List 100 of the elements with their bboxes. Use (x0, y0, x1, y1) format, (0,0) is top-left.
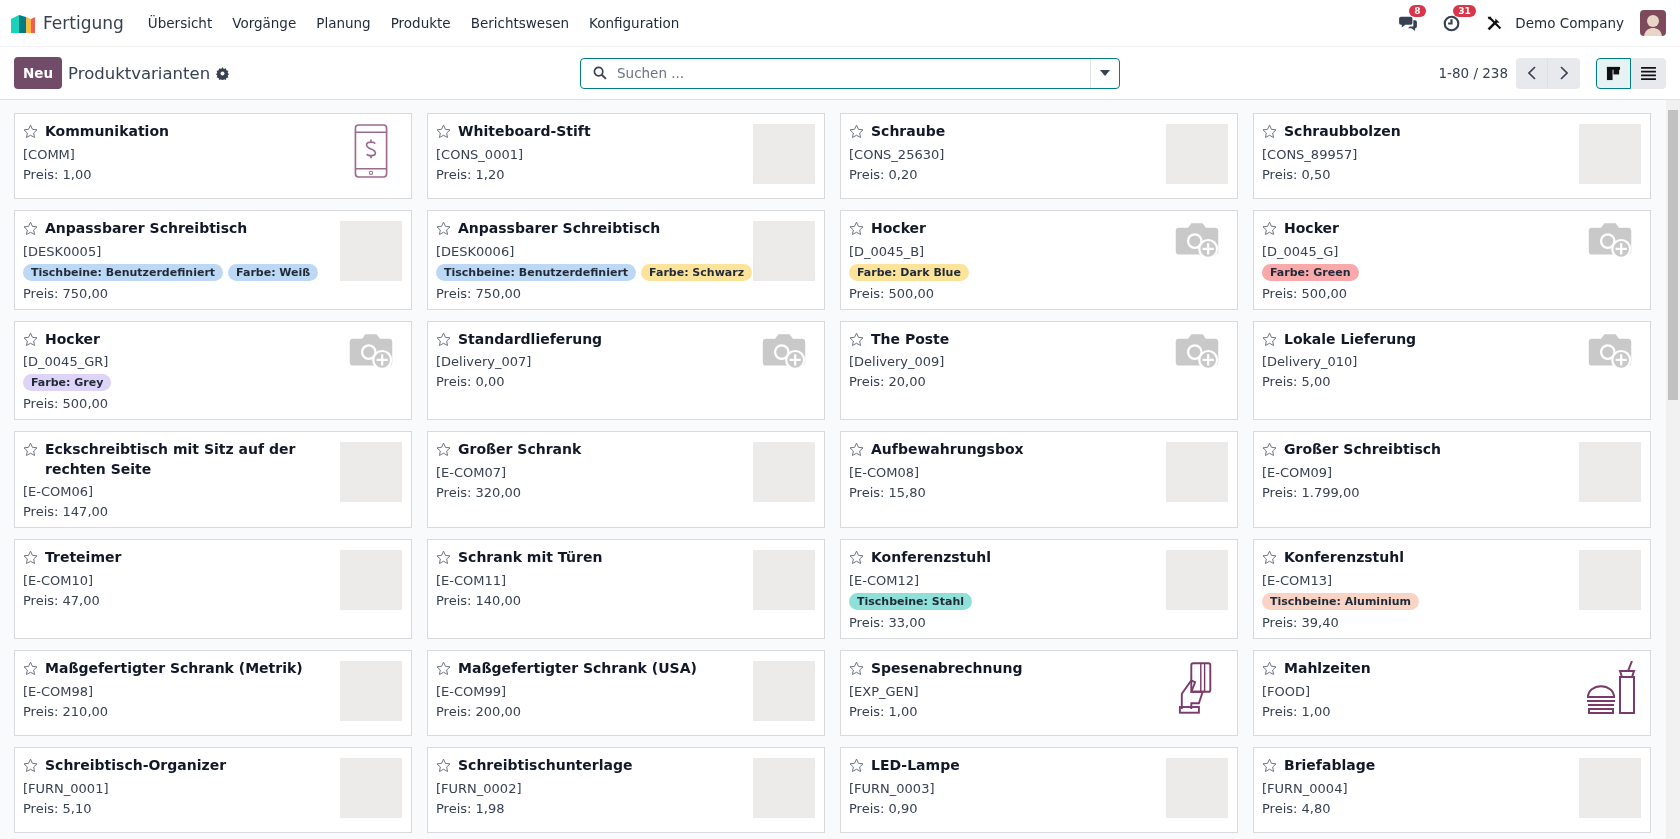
pager-value[interactable]: 1-80 / 238 (1438, 65, 1508, 81)
product-card[interactable]: Hocker [D_0045_G] Farbe: Green Preis: 500,00 (1253, 210, 1651, 310)
product-price: Preis: 200,00 (436, 703, 523, 719)
favorite-star-icon[interactable] (436, 221, 451, 236)
product-card[interactable]: Eckschreibtisch mit Sitz auf der rechten Seite [E-COM06] Preis: 147,00 (14, 431, 412, 529)
product-name: Maßgefertigter Schrank (Metrik) (45, 658, 303, 678)
favorite-star-icon[interactable] (436, 442, 451, 458)
menu-item[interactable]: Produkte (380, 15, 461, 31)
app-name[interactable]: Fertigung (43, 13, 124, 33)
product-price: Preis: 47,00 (23, 592, 101, 608)
favorite-star-icon[interactable] (1262, 221, 1277, 236)
favorite-star-icon[interactable] (849, 550, 864, 566)
favorite-star-icon[interactable] (1262, 442, 1277, 458)
product-card[interactable]: Hocker [D_0045_B] Farbe: Dark Blue Preis: 500,00 (840, 210, 1238, 310)
product-card[interactable]: Maßgefertigter Schrank (USA) [E-COM99] Preis: 200,00 (427, 649, 825, 736)
new-button[interactable]: Neu (14, 57, 63, 89)
camera-plus-icon (761, 331, 807, 370)
favorite-star-icon[interactable] (849, 221, 864, 236)
product-card[interactable]: Schreibtisch-Organizer [FURN_0001] Preis: 5,10 (14, 746, 412, 833)
menu-item[interactable]: Planung (306, 15, 381, 31)
product-card[interactable]: Hocker [D_0045_GR] Farbe: Grey Preis: 500,00 (14, 320, 412, 421)
favorite-star-icon[interactable] (849, 124, 864, 139)
product-card[interactable]: LED-Lampe [FURN_0003] Preis: 0,90 (840, 746, 1238, 833)
settings-icon[interactable] (216, 66, 230, 80)
clock-icon[interactable] (1443, 14, 1461, 32)
product-card[interactable]: Schraube [CONS_25630] Preis: 0,20 (840, 113, 1238, 199)
menu-item[interactable]: Vorgänge (222, 15, 307, 31)
favorite-star-icon[interactable] (849, 442, 864, 458)
product-card[interactable]: Schrank mit Türen [E-COM11] Preis: 140,00 (427, 539, 825, 639)
product-code: [Delivery_009] (849, 354, 946, 370)
menu-item[interactable]: Übersicht (137, 15, 223, 31)
favorite-star-icon[interactable] (1262, 757, 1277, 773)
product-price: Preis: 39,40 (1262, 614, 1340, 630)
product-code: [E-COM98] (23, 683, 95, 699)
list-view-button[interactable] (1631, 57, 1666, 89)
next-page-button[interactable] (1548, 57, 1580, 89)
favorite-star-icon[interactable] (23, 442, 38, 458)
product-price: Preis: 1,20 (436, 166, 506, 182)
favorite-star-icon[interactable] (23, 124, 38, 139)
product-card[interactable]: Anpassbarer Schreibtisch [DESK0005] Tischbeine: Benutzerdefiniert Farbe: Weiß Preis: 750,00 (14, 210, 412, 310)
product-card[interactable]: Briefablage [FURN_0004] Preis: 4,80 (1253, 746, 1651, 833)
favorite-star-icon[interactable] (436, 124, 451, 139)
product-card[interactable]: Großer Schreibtisch [E-COM09] Preis: 1.799,00 (1253, 431, 1651, 529)
product-card[interactable]: Großer Schrank [E-COM07] Preis: 320,00 (427, 431, 825, 529)
product-card[interactable]: Spesenabrechnung [EXP_GEN] Preis: 1,00 (840, 649, 1238, 736)
product-card[interactable]: Aufbewahrungsbox [E-COM08] Preis: 15,80 (840, 431, 1238, 529)
product-card[interactable]: Konferenzstuhl [E-COM13] Tischbeine: Aluminium Preis: 39,40 (1253, 539, 1651, 639)
product-card[interactable]: Mahlzeiten [FOOD] Preis: 1,00 (1253, 649, 1651, 736)
product-card[interactable]: Konferenzstuhl [E-COM12] Tischbeine: Stahl Preis: 33,00 (840, 539, 1238, 639)
camera-plus-icon (1587, 331, 1633, 370)
kanban-icon (1606, 65, 1621, 81)
product-card[interactable]: Whiteboard-Stift [CONS_0001] Preis: 1,20 (427, 113, 825, 199)
product-price: Preis: 750,00 (436, 285, 523, 301)
product-card[interactable]: Lokale Lieferung [Delivery_010] Preis: 5,00 (1253, 320, 1651, 421)
product-code: [FURN_0002] (436, 780, 523, 796)
product-card[interactable]: Schreibtischunterlage [FURN_0002] Preis: 1,98 (427, 746, 825, 833)
product-code: [E-COM09] (1262, 464, 1334, 480)
app-logo-icon[interactable] (11, 13, 35, 33)
vertical-scrollbar[interactable] (1666, 100, 1680, 839)
product-code: [FURN_0001] (23, 780, 110, 796)
search-icon (593, 66, 607, 80)
search-field[interactable]: Suchen ... (580, 57, 1120, 89)
previous-page-button[interactable] (1516, 57, 1548, 89)
favorite-star-icon[interactable] (849, 660, 864, 676)
menu-item[interactable]: Konfiguration (579, 15, 690, 31)
product-card[interactable]: Treteimer [E-COM10] Preis: 47,00 (14, 539, 412, 639)
favorite-star-icon[interactable] (436, 331, 451, 347)
favorite-star-icon[interactable] (23, 221, 38, 236)
menu-item[interactable]: Berichtswesen (460, 15, 580, 31)
tools-icon[interactable] (1486, 14, 1504, 32)
favorite-star-icon[interactable] (1262, 660, 1277, 676)
product-card[interactable]: Anpassbarer Schreibtisch [DESK0006] Tischbeine: Benutzerdefiniert Farbe: Schwarz Preis: 750,00 (427, 210, 825, 310)
favorite-star-icon[interactable] (849, 757, 864, 773)
camera-plus-icon (348, 331, 394, 370)
user-avatar-icon[interactable] (1640, 10, 1666, 36)
product-price: Preis: 0,50 (1262, 166, 1332, 182)
favorite-star-icon[interactable] (436, 550, 451, 566)
favorite-star-icon[interactable] (23, 757, 38, 773)
favorite-star-icon[interactable] (849, 331, 864, 347)
product-name: Anpassbarer Schreibtisch (45, 219, 248, 238)
product-card[interactable]: Standardlieferung [Delivery_007] Preis: 0,00 (427, 320, 825, 421)
favorite-star-icon[interactable] (23, 550, 38, 566)
favorite-star-icon[interactable] (23, 660, 38, 676)
favorite-star-icon[interactable] (436, 660, 451, 676)
favorite-star-icon[interactable] (436, 757, 451, 773)
favorite-star-icon[interactable] (1262, 124, 1277, 139)
search-input[interactable]: Suchen ... (615, 64, 1090, 82)
product-price: Preis: 1,00 (849, 703, 919, 719)
favorite-star-icon[interactable] (23, 331, 38, 347)
kanban-view-button[interactable] (1596, 57, 1631, 89)
company-name[interactable]: Demo Company (1515, 15, 1624, 31)
product-price: Preis: 140,00 (436, 592, 523, 608)
product-card[interactable]: Kommunikation [COMM] Preis: 1,00 (14, 113, 412, 199)
product-code: [D_0045_G] (1262, 243, 1340, 259)
chat-icon[interactable] (1399, 15, 1418, 31)
product-card[interactable]: Schraubbolzen [CONS_89957] Preis: 0,50 (1253, 113, 1651, 199)
product-card[interactable]: The Poste [Delivery_009] Preis: 20,00 (840, 320, 1238, 421)
favorite-star-icon[interactable] (1262, 550, 1277, 566)
product-card[interactable]: Maßgefertigter Schrank (Metrik) [E-COM98] Preis: 210,00 (14, 649, 412, 736)
favorite-star-icon[interactable] (1262, 331, 1277, 347)
